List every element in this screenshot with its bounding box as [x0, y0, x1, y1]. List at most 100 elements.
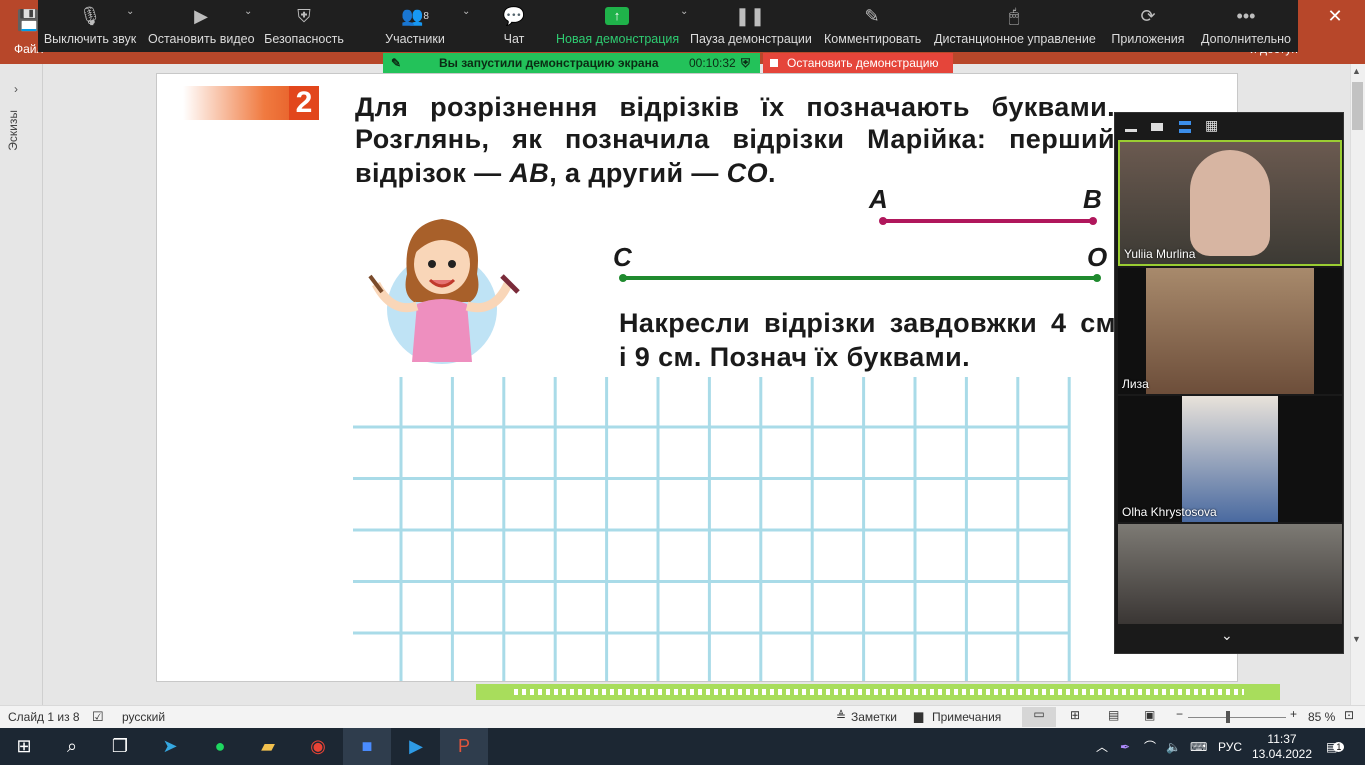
- more-button[interactable]: ••• Дополнительно: [1200, 0, 1292, 52]
- shield-icon: ⛨: [297, 5, 311, 26]
- slide-footer-strip: [476, 684, 1280, 700]
- zoom-slider[interactable]: [1188, 717, 1286, 718]
- text-span: , а другий —: [549, 158, 727, 188]
- sharing-banner: ✎ Вы запустили демонстрацию экрана 00:10…: [383, 53, 760, 74]
- chevron-down-icon[interactable]: ⌄: [680, 6, 688, 17]
- sharing-banner-text: Вы запустили демонстрацию экрана: [439, 56, 659, 70]
- zoom-slider-thumb[interactable]: [1226, 711, 1230, 723]
- file-explorer-icon[interactable]: ▰: [244, 728, 292, 765]
- spellcheck-icon[interactable]: ☑: [92, 709, 104, 725]
- normal-view-icon[interactable]: ▭: [1022, 707, 1056, 727]
- point-c-label: C: [613, 242, 632, 272]
- powerpoint-icon[interactable]: P: [440, 728, 488, 765]
- chat-button[interactable]: 💬 Чат: [494, 0, 534, 52]
- zoom-out-icon[interactable]: −: [1176, 707, 1183, 721]
- point-o: [1093, 274, 1101, 282]
- stop-icon: [770, 59, 778, 67]
- point-b-label: B: [1083, 184, 1102, 214]
- slide-counter: Слайд 1 из 8: [8, 710, 80, 724]
- mouse-icon: 🖱: [1008, 5, 1020, 26]
- stop-share-button[interactable]: Остановить демонстрацию: [763, 53, 953, 74]
- feather-icon[interactable]: ✒: [1120, 728, 1130, 765]
- strip-view-icon[interactable]: [1179, 121, 1191, 133]
- reading-view-icon[interactable]: ▤: [1108, 708, 1119, 722]
- participant-name: Лиза: [1122, 377, 1149, 391]
- zoom-in-icon[interactable]: +: [1290, 707, 1297, 721]
- comments-button[interactable]: Примечания: [932, 710, 1001, 724]
- vertical-scrollbar[interactable]: [1350, 64, 1365, 705]
- clock-date: 13.04.2022: [1251, 746, 1313, 761]
- chevron-down-icon[interactable]: ⌄: [1221, 627, 1233, 644]
- minimize-icon[interactable]: [1125, 129, 1137, 132]
- video-tile[interactable]: [1118, 524, 1342, 624]
- zoom-meeting-toolbar: 🎙 Выключить звук ⌄ ▶ Остановить видео ⌄ …: [38, 0, 1298, 52]
- segment-ab: [883, 219, 1093, 223]
- single-view-icon[interactable]: [1151, 123, 1163, 131]
- annotate-button[interactable]: ✎ Комментировать: [824, 0, 921, 52]
- remote-control-label: Дистанционное управление: [934, 32, 1096, 46]
- notifications-icon[interactable]: ▤ 1: [1326, 728, 1345, 765]
- remote-control-button[interactable]: 🖱 Дистанционное управление: [934, 0, 1096, 52]
- scroll-up-icon[interactable]: ▲: [1352, 66, 1361, 76]
- thumbnails-label[interactable]: Эскизы: [6, 110, 20, 151]
- text-span: відрізок —: [355, 158, 510, 188]
- stop-video-button[interactable]: ▶ Остановить видео ⌄: [148, 0, 255, 52]
- pause-icon: ❚❚: [734, 5, 766, 26]
- scroll-down-icon[interactable]: ▼: [1352, 634, 1361, 644]
- gallery-view-icon[interactable]: ▦: [1205, 118, 1218, 132]
- security-button[interactable]: ⛨ Безопасность: [264, 0, 344, 52]
- thumbnails-rail[interactable]: [0, 64, 43, 705]
- person-silhouette: [1190, 150, 1270, 256]
- notes-icon: ≜: [836, 709, 847, 723]
- apps-button[interactable]: ⟳ Приложения: [1110, 0, 1186, 52]
- fit-slide-icon[interactable]: ⊡: [1344, 708, 1354, 722]
- clock[interactable]: 11:37 13.04.2022: [1252, 728, 1312, 765]
- close-icon[interactable]: ✕: [1310, 6, 1360, 28]
- search-icon[interactable]: ⌕: [48, 728, 96, 765]
- pause-share-button[interactable]: ❚❚ Пауза демонстрации: [690, 0, 812, 52]
- paragraph-2-line-1: Накресли відрізки завдовжки 4 см: [619, 308, 1116, 338]
- participants-count: 8: [423, 10, 429, 22]
- chevron-down-icon[interactable]: ⌄: [126, 6, 134, 17]
- scrollbar-thumb[interactable]: [1352, 82, 1363, 130]
- video-tile[interactable]: Лиза: [1118, 268, 1342, 394]
- slide-sorter-icon[interactable]: ⊞: [1070, 708, 1080, 722]
- participant-name: Yuliia Murlina: [1124, 247, 1196, 261]
- language-indicator[interactable]: РУС: [1218, 728, 1242, 765]
- zoom-level[interactable]: 85 %: [1308, 710, 1335, 724]
- segment-co: [623, 276, 1097, 280]
- video-tile[interactable]: Yuliia Murlina: [1118, 140, 1342, 266]
- participants-video-panel[interactable]: ▦ Yuliia Murlina Лиза Olha Khrystosova ⌄: [1114, 112, 1344, 654]
- video-frame: [1182, 396, 1278, 522]
- segment-ab-label: AB: [509, 158, 550, 188]
- slideshow-icon[interactable]: ▣: [1144, 708, 1155, 722]
- language-indicator[interactable]: русский: [122, 710, 165, 724]
- tray-chevron-icon[interactable]: ︿: [1096, 728, 1108, 765]
- participants-button[interactable]: 👥 8 Участники ⌄: [380, 0, 470, 52]
- spotify-icon[interactable]: ●: [196, 728, 244, 765]
- pencil-icon: ✎: [864, 5, 880, 26]
- participants-icon: 👥 8: [401, 5, 429, 26]
- chevron-right-icon[interactable]: ›: [14, 82, 18, 96]
- chevron-down-icon[interactable]: ⌄: [462, 6, 470, 17]
- zoom-app-icon[interactable]: ■: [343, 728, 391, 765]
- volume-icon[interactable]: 🔈: [1166, 728, 1181, 765]
- network-icon[interactable]: ⌒: [1144, 728, 1156, 765]
- video-tile[interactable]: Olha Khrystosova: [1118, 396, 1342, 522]
- point-a: [879, 217, 887, 225]
- chevron-down-icon[interactable]: ⌄: [244, 6, 252, 17]
- chat-icon: 💬: [502, 5, 526, 26]
- slide-canvas[interactable]: 2 Для розрізнення відрізків їх позначают…: [156, 73, 1238, 682]
- media-player-icon[interactable]: ▶: [392, 728, 440, 765]
- new-share-label: Новая демонстрация: [556, 32, 680, 46]
- chrome-icon[interactable]: ◉: [294, 728, 342, 765]
- new-share-button[interactable]: ↑ Новая демонстрация ⌄: [556, 0, 688, 52]
- windows-start-icon[interactable]: ⊞: [0, 728, 48, 765]
- telegram-icon[interactable]: ➤: [146, 728, 194, 765]
- input-icon[interactable]: ⌨: [1190, 728, 1207, 765]
- mute-button[interactable]: 🎙 Выключить звук ⌄: [42, 0, 138, 52]
- task-view-icon[interactable]: ❐: [96, 728, 144, 765]
- notes-button[interactable]: Заметки: [851, 710, 897, 724]
- stop-share-label: Остановить демонстрацию: [787, 56, 939, 70]
- apps-label: Приложения: [1111, 32, 1185, 46]
